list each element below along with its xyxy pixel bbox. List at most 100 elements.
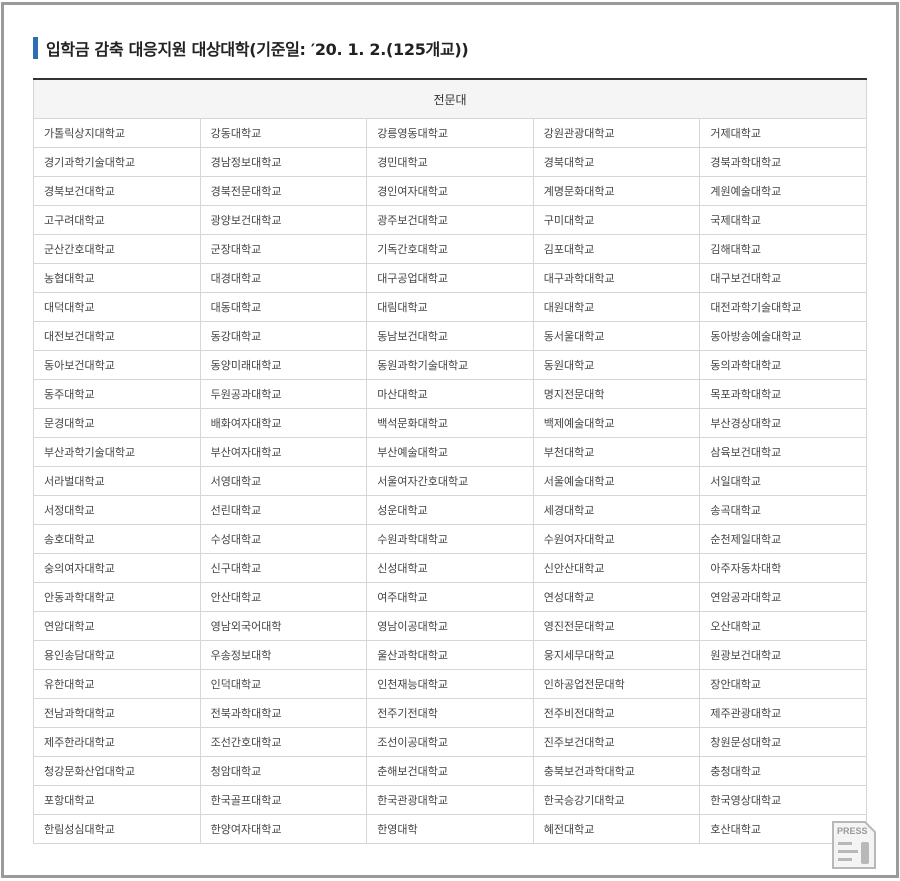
college-name-cell: 한양여자대학교 bbox=[199, 814, 368, 844]
college-name-cell: 대구과학대학교 bbox=[532, 263, 701, 293]
press-document-icon: PRESS bbox=[832, 821, 876, 869]
college-name-cell: 선린대학교 bbox=[199, 495, 368, 525]
college-name-cell: 서영대학교 bbox=[199, 466, 368, 496]
college-name-cell: 한영대학 bbox=[366, 814, 534, 844]
college-name-cell: 대전보건대학교 bbox=[33, 321, 201, 351]
heading-accent-bar bbox=[33, 37, 38, 59]
college-name-cell: 대림대학교 bbox=[366, 292, 534, 322]
college-name-cell: 국제대학교 bbox=[699, 205, 867, 235]
table-header-cell: 전문대 bbox=[33, 78, 867, 119]
college-name-cell: 거제대학교 bbox=[699, 118, 867, 148]
college-name-cell: 농협대학교 bbox=[33, 263, 201, 293]
table-row: 유한대학교 인덕대학교 인천재능대학교 인하공업전문대학 장안대학교 bbox=[33, 669, 867, 699]
college-name-cell: 동아방송예술대학교 bbox=[699, 321, 867, 351]
college-name-cell: 연암대학교 bbox=[33, 611, 201, 641]
table-row: 용인송담대학교 우송정보대학 울산과학대학교 웅지세무대학교 원광보건대학교 bbox=[33, 640, 867, 670]
college-name-cell: 대구보건대학교 bbox=[699, 263, 867, 293]
college-name-cell: 수원과학대학교 bbox=[366, 524, 534, 554]
college-name-cell: 인하공업전문대학 bbox=[532, 669, 701, 699]
college-name-cell: 대동대학교 bbox=[199, 292, 368, 322]
college-name-cell: 오산대학교 bbox=[699, 611, 867, 641]
college-name-cell: 동아보건대학교 bbox=[33, 350, 201, 380]
college-name-cell: 경기과학기술대학교 bbox=[33, 147, 201, 177]
college-name-cell: 유한대학교 bbox=[33, 669, 201, 699]
college-name-cell: 전주비전대학교 bbox=[532, 698, 701, 728]
college-name-cell: 한국관광대학교 bbox=[366, 785, 534, 815]
college-name-cell: 숭의여자대학교 bbox=[33, 553, 201, 583]
college-name-cell: 청강문화산업대학교 bbox=[33, 756, 201, 786]
college-name-cell: 신성대학교 bbox=[366, 553, 534, 583]
college-name-cell: 경민대학교 bbox=[366, 147, 534, 177]
college-name-cell: 한국골프대학교 bbox=[199, 785, 368, 815]
section-heading: 입학금 감축 대응지원 대상대학(기준일: ′20. 1. 2.(125개교)) bbox=[33, 35, 469, 61]
table-row: 고구려대학교 광양보건대학교 광주보건대학교 구미대학교 국제대학교 bbox=[33, 205, 867, 235]
table-row: 연암대학교 영남외국어대학 영남이공대학교 영진전문대학교 오산대학교 bbox=[33, 611, 867, 641]
college-name-cell: 송곡대학교 bbox=[699, 495, 867, 525]
college-name-cell: 청암대학교 bbox=[199, 756, 368, 786]
college-name-cell: 울산과학대학교 bbox=[366, 640, 534, 670]
college-name-cell: 강원관광대학교 bbox=[532, 118, 701, 148]
college-name-cell: 광주보건대학교 bbox=[366, 205, 534, 235]
college-name-cell: 부산경상대학교 bbox=[699, 408, 867, 438]
press-label: PRESS bbox=[837, 826, 868, 836]
college-name-cell: 백석문화대학교 bbox=[366, 408, 534, 438]
college-name-cell: 명지전문대학 bbox=[532, 379, 701, 409]
college-name-cell: 대덕대학교 bbox=[33, 292, 201, 322]
table-row: 송호대학교 수성대학교 수원과학대학교 수원여자대학교 순천제일대학교 bbox=[33, 524, 867, 554]
college-name-cell: 대전과학기술대학교 bbox=[699, 292, 867, 322]
college-name-cell: 동강대학교 bbox=[199, 321, 368, 351]
college-name-cell: 부천대학교 bbox=[532, 437, 701, 467]
college-name-cell: 광양보건대학교 bbox=[199, 205, 368, 235]
college-name-cell: 성운대학교 bbox=[366, 495, 534, 525]
college-name-cell: 인덕대학교 bbox=[199, 669, 368, 699]
college-name-cell: 김포대학교 bbox=[532, 234, 701, 264]
college-name-cell: 안산대학교 bbox=[199, 582, 368, 612]
college-name-cell: 동양미래대학교 bbox=[199, 350, 368, 380]
table-row: 서정대학교 선린대학교 성운대학교 세경대학교 송곡대학교 bbox=[33, 495, 867, 525]
table-row: 경기과학기술대학교 경남정보대학교 경민대학교 경북대학교 경북과학대학교 bbox=[33, 147, 867, 177]
college-name-cell: 동의과학대학교 bbox=[699, 350, 867, 380]
college-name-cell: 기독간호대학교 bbox=[366, 234, 534, 264]
college-name-cell: 전북과학대학교 bbox=[199, 698, 368, 728]
college-name-cell: 문경대학교 bbox=[33, 408, 201, 438]
college-name-cell: 영남이공대학교 bbox=[366, 611, 534, 641]
section-title: 입학금 감축 대응지원 대상대학(기준일: ′20. 1. 2.(125개교)) bbox=[46, 40, 469, 59]
college-name-cell: 가톨릭상지대학교 bbox=[33, 118, 201, 148]
college-name-cell: 순천제일대학교 bbox=[699, 524, 867, 554]
college-name-cell: 대구공업대학교 bbox=[366, 263, 534, 293]
college-name-cell: 강릉영동대학교 bbox=[366, 118, 534, 148]
college-name-cell: 군장대학교 bbox=[199, 234, 368, 264]
college-name-cell: 웅지세무대학교 bbox=[532, 640, 701, 670]
college-name-cell: 구미대학교 bbox=[532, 205, 701, 235]
table-row: 농협대학교 대경대학교 대구공업대학교 대구과학대학교 대구보건대학교 bbox=[33, 263, 867, 293]
college-name-cell: 용인송담대학교 bbox=[33, 640, 201, 670]
college-name-cell: 경북대학교 bbox=[532, 147, 701, 177]
college-name-cell: 춘해보건대학교 bbox=[366, 756, 534, 786]
table-row: 전남과학대학교 전북과학대학교 전주기전대학 전주비전대학교 제주관광대학교 bbox=[33, 698, 867, 728]
college-name-cell: 한림성심대학교 bbox=[33, 814, 201, 844]
college-name-cell: 우송정보대학 bbox=[199, 640, 368, 670]
college-name-cell: 인천재능대학교 bbox=[366, 669, 534, 699]
college-name-cell: 동원과학기술대학교 bbox=[366, 350, 534, 380]
college-name-cell: 경인여자대학교 bbox=[366, 176, 534, 206]
college-name-cell: 대원대학교 bbox=[532, 292, 701, 322]
table-row: 서라벌대학교 서영대학교 서울여자간호대학교 서울예술대학교 서일대학교 bbox=[33, 466, 867, 496]
college-name-cell: 원광보건대학교 bbox=[699, 640, 867, 670]
college-name-cell: 수성대학교 bbox=[199, 524, 368, 554]
content-frame: 입학금 감축 대응지원 대상대학(기준일: ′20. 1. 2.(125개교))… bbox=[1, 2, 899, 878]
table-row: 군산간호대학교 군장대학교 기독간호대학교 김포대학교 김해대학교 bbox=[33, 234, 867, 264]
college-name-cell: 삼육보건대학교 bbox=[699, 437, 867, 467]
table-row: 동아보건대학교 동양미래대학교 동원과학기술대학교 동원대학교 동의과학대학교 bbox=[33, 350, 867, 380]
college-name-cell: 연암공과대학교 bbox=[699, 582, 867, 612]
college-name-cell: 경북과학대학교 bbox=[699, 147, 867, 177]
college-table: 전문대 가톨릭상지대학교 강동대학교 강릉영동대학교 강원관광대학교 거제대학교 경기과학… bbox=[33, 78, 867, 844]
college-name-cell: 동서울대학교 bbox=[532, 321, 701, 351]
college-name-cell: 영진전문대학교 bbox=[532, 611, 701, 641]
college-name-cell: 여주대학교 bbox=[366, 582, 534, 612]
college-name-cell: 제주관광대학교 bbox=[699, 698, 867, 728]
college-name-cell: 아주자동차대학 bbox=[699, 553, 867, 583]
college-name-cell: 서울여자간호대학교 bbox=[366, 466, 534, 496]
college-name-cell: 김해대학교 bbox=[699, 234, 867, 264]
college-name-cell: 동원대학교 bbox=[532, 350, 701, 380]
college-name-cell: 포항대학교 bbox=[33, 785, 201, 815]
